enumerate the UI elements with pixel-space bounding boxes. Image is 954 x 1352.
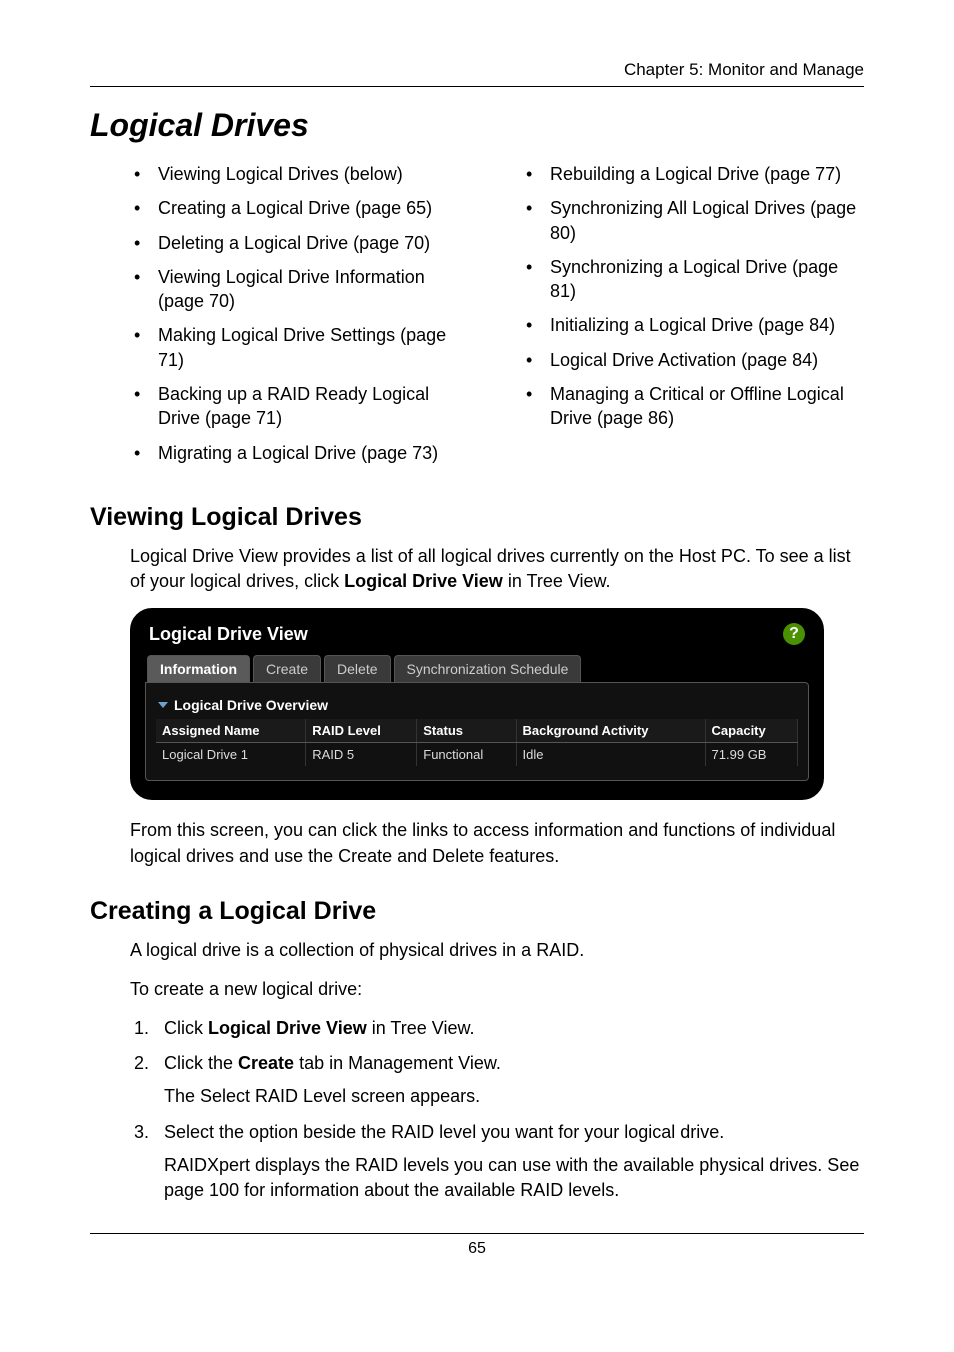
text: Select the option beside the RAID level … <box>164 1122 724 1142</box>
page-title: Logical Drives <box>90 107 864 144</box>
chapter-header: Chapter 5: Monitor and Manage <box>90 60 864 87</box>
list-item[interactable]: Making Logical Drive Settings (page 71) <box>130 323 472 372</box>
text-bold: Logical Drive View <box>344 571 503 591</box>
step-3: Select the option beside the RAID level … <box>154 1120 864 1204</box>
overview-label: Logical Drive Overview <box>174 697 328 713</box>
col-capacity: Capacity <box>705 719 797 743</box>
step-2: Click the Create tab in Management View.… <box>154 1051 864 1109</box>
section2-p1: A logical drive is a collection of physi… <box>130 938 864 963</box>
section1-para1: Logical Drive View provides a list of al… <box>130 544 864 594</box>
text-bold: Create <box>238 1053 294 1073</box>
panel-tabs: Information Create Delete Synchronizatio… <box>147 655 809 682</box>
overview-header[interactable]: Logical Drive Overview <box>156 693 798 719</box>
cell-status: Functional <box>417 743 516 767</box>
list-item[interactable]: Migrating a Logical Drive (page 73) <box>130 441 472 465</box>
cell-raid-level: RAID 5 <box>306 743 417 767</box>
chevron-down-icon <box>158 702 168 708</box>
list-item[interactable]: Synchronizing a Logical Drive (page 81) <box>522 255 864 304</box>
list-item[interactable]: Backing up a RAID Ready Logical Drive (p… <box>130 382 472 431</box>
col-assigned-name: Assigned Name <box>156 719 306 743</box>
list-item[interactable]: Rebuilding a Logical Drive (page 77) <box>522 162 864 186</box>
step-2-sub: The Select RAID Level screen appears. <box>164 1084 864 1109</box>
topics-right: Rebuilding a Logical Drive (page 77) Syn… <box>482 162 864 431</box>
text: tab in Management View. <box>294 1053 501 1073</box>
cell-background-activity: Idle <box>516 743 705 767</box>
text: Click <box>164 1018 208 1038</box>
col-raid-level: RAID Level <box>306 719 417 743</box>
list-item[interactable]: Synchronizing All Logical Drives (page 8… <box>522 196 864 245</box>
logical-drive-table: Assigned Name RAID Level Status Backgrou… <box>156 719 798 766</box>
list-item[interactable]: Deleting a Logical Drive (page 70) <box>130 231 472 255</box>
help-icon[interactable]: ? <box>783 623 805 645</box>
topics-columns: Viewing Logical Drives (below) Creating … <box>90 162 864 475</box>
section-heading-viewing: Viewing Logical Drives <box>90 503 864 532</box>
list-item[interactable]: Initializing a Logical Drive (page 84) <box>522 313 864 337</box>
topics-left: Viewing Logical Drives (below) Creating … <box>90 162 472 465</box>
tab-sync-schedule[interactable]: Synchronization Schedule <box>394 655 582 682</box>
cell-assigned-name: Logical Drive 1 <box>156 743 306 767</box>
text: in Tree View. <box>367 1018 475 1038</box>
tab-create[interactable]: Create <box>253 655 321 682</box>
panel-title-text: Logical Drive View <box>149 624 308 645</box>
col-status: Status <box>417 719 516 743</box>
col-background-activity: Background Activity <box>516 719 705 743</box>
panel-body: Logical Drive Overview Assigned Name RAI… <box>145 682 809 781</box>
list-item[interactable]: Logical Drive Activation (page 84) <box>522 348 864 372</box>
step-1: Click Logical Drive View in Tree View. <box>154 1016 864 1041</box>
list-item[interactable]: Creating a Logical Drive (page 65) <box>130 196 472 220</box>
logical-drive-view-panel: Logical Drive View ? Information Create … <box>130 608 824 800</box>
section1-para2: From this screen, you can click the link… <box>130 818 864 868</box>
table-header-row: Assigned Name RAID Level Status Backgrou… <box>156 719 798 743</box>
section-heading-creating: Creating a Logical Drive <box>90 897 864 926</box>
step-3-sub: RAIDXpert displays the RAID levels you c… <box>164 1153 864 1203</box>
list-item[interactable]: Viewing Logical Drives (below) <box>130 162 472 186</box>
tab-delete[interactable]: Delete <box>324 655 390 682</box>
steps-list: Click Logical Drive View in Tree View. C… <box>90 1016 864 1203</box>
text: in Tree View. <box>503 571 611 591</box>
text: Click the <box>164 1053 238 1073</box>
section2-p2: To create a new logical drive: <box>130 977 864 1002</box>
table-row[interactable]: Logical Drive 1 RAID 5 Functional Idle 7… <box>156 743 798 767</box>
list-item[interactable]: Managing a Critical or Offline Logical D… <box>522 382 864 431</box>
tab-information[interactable]: Information <box>147 655 250 682</box>
cell-capacity: 71.99 GB <box>705 743 797 767</box>
list-item[interactable]: Viewing Logical Drive Information (page … <box>130 265 472 314</box>
page-number: 65 <box>90 1233 864 1258</box>
text-bold: Logical Drive View <box>208 1018 367 1038</box>
